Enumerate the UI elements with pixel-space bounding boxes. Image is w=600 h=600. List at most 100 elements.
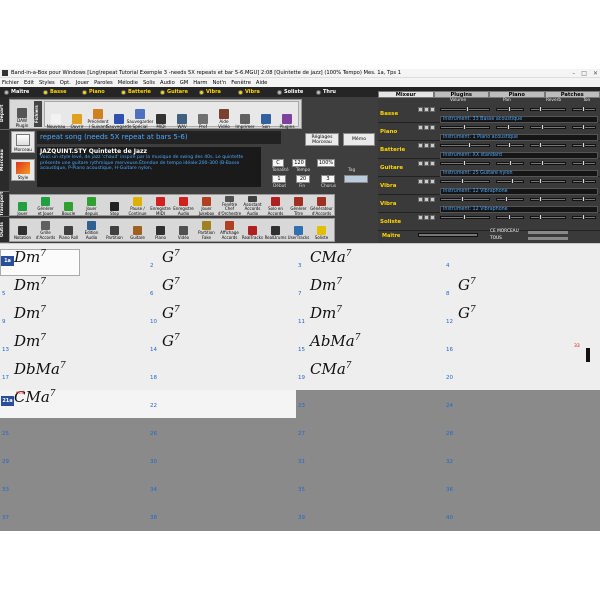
- chord-cell[interactable]: 2 G7: [148, 248, 296, 272]
- reverb-knob[interactable]: [538, 178, 542, 184]
- menu-item-3[interactable]: Opt.: [60, 80, 71, 86]
- pan-slider[interactable]: [496, 126, 524, 129]
- tag-field[interactable]: [344, 175, 368, 183]
- track-control-icon[interactable]: [424, 215, 429, 220]
- menu-item-13[interactable]: Aide: [256, 80, 267, 86]
- reverb-knob[interactable]: [538, 106, 542, 112]
- pan-knob[interactable]: [506, 124, 510, 130]
- midi-button[interactable]: MIDI: [151, 102, 171, 129]
- track-control-icon[interactable]: [418, 197, 423, 202]
- tone-knob[interactable]: [582, 160, 585, 166]
- volume-knob[interactable]: [460, 178, 464, 184]
- menu-item-1[interactable]: Edit: [24, 80, 34, 86]
- track-selector-0[interactable]: Maître: [4, 89, 43, 95]
- chord-cell[interactable]: 38: [148, 500, 296, 524]
- chord-cell[interactable]: 20: [444, 360, 592, 384]
- piano-button[interactable]: Piano: [150, 220, 171, 240]
- menu-item-9[interactable]: GM: [180, 80, 189, 86]
- chord-cell[interactable]: 6 G7: [148, 276, 296, 300]
- pan-knob[interactable]: [509, 160, 513, 166]
- print-button[interactable]: Imprimer: [235, 102, 255, 129]
- chord-cell[interactable]: 10 G7: [148, 304, 296, 328]
- volume-slider[interactable]: [440, 180, 490, 183]
- menu-item-5[interactable]: Paroles: [94, 80, 113, 86]
- volume-knob[interactable]: [463, 160, 466, 166]
- chord-cell[interactable]: 8 G7: [444, 276, 592, 300]
- chord-cell[interactable]: 22: [148, 388, 296, 412]
- key-field[interactable]: C: [272, 159, 284, 167]
- jukebox-button[interactable]: Jouer Jukebox: [196, 196, 217, 216]
- chord-cell[interactable]: 15 AbMa7: [296, 332, 444, 356]
- chord-cell[interactable]: 11 Dm7: [296, 304, 444, 328]
- audio-edit-button[interactable]: Edition Audio: [81, 220, 102, 240]
- close-button[interactable]: ✕: [593, 70, 598, 77]
- soloist-button[interactable]: Soliste: [311, 220, 332, 240]
- chord-cell[interactable]: 5 Dm7: [0, 276, 148, 300]
- menu-item-7[interactable]: Solis: [143, 80, 155, 86]
- realdrums-button[interactable]: RealDrums: [265, 220, 286, 240]
- track-control-icon[interactable]: [418, 179, 423, 184]
- mute-solo-controls[interactable]: [418, 215, 435, 220]
- pan-knob[interactable]: [508, 106, 511, 112]
- chord-cell[interactable]: 34: [148, 472, 296, 496]
- mixer-tab-piano[interactable]: Piano: [489, 91, 545, 98]
- reverb-slider[interactable]: [530, 198, 566, 201]
- chord-cell[interactable]: 24: [444, 388, 592, 412]
- pause-button[interactable]: Pause / Continue: [127, 196, 148, 216]
- instrument-field[interactable]: Instrument: 12 Vibraphone: [440, 206, 598, 213]
- chord-cell[interactable]: 31: [296, 444, 444, 468]
- reverb-knob[interactable]: [540, 124, 544, 130]
- pan-knob[interactable]: [505, 196, 509, 202]
- guitar-button[interactable]: Guitare: [127, 220, 148, 240]
- menu-item-10[interactable]: Harm: [193, 80, 207, 86]
- reverb-slider[interactable]: [530, 216, 566, 219]
- instrument-field[interactable]: Instrument: XX standard: [440, 152, 598, 159]
- reverb-knob[interactable]: [538, 142, 542, 148]
- chord-generator-button[interactable]: Générateur d'Accords: [310, 196, 333, 216]
- mute-solo-controls[interactable]: [418, 143, 435, 148]
- chord-cell[interactable]: 17 DbMa7: [0, 360, 148, 384]
- volume-slider[interactable]: [440, 198, 490, 201]
- volume-knob[interactable]: [465, 106, 469, 112]
- chord-cell[interactable]: 13 Dm7: [0, 332, 148, 356]
- instrument-field[interactable]: Instrument: 1 Piano acoustique: [440, 134, 598, 141]
- video-button[interactable]: Vidéo: [173, 220, 194, 240]
- all-slider[interactable]: [528, 237, 568, 240]
- track-control-icon[interactable]: [424, 197, 429, 202]
- score-button[interactable]: Partition: [104, 220, 125, 240]
- track-selector-3[interactable]: Batterie: [121, 89, 160, 95]
- track-control-icon[interactable]: [424, 179, 429, 184]
- record-audio-button[interactable]: Enregistre Audio: [173, 196, 194, 216]
- tempo-field[interactable]: 120: [292, 159, 306, 167]
- reverb-slider[interactable]: [530, 108, 566, 111]
- piano-roll-button[interactable]: Piano Roll: [58, 220, 79, 240]
- track-control-icon[interactable]: [430, 143, 435, 148]
- mute-solo-controls[interactable]: [418, 107, 435, 112]
- generate-play-button[interactable]: Générer et Jouer: [35, 196, 56, 216]
- mute-solo-controls[interactable]: [418, 197, 435, 202]
- stop-button[interactable]: Stop: [104, 196, 125, 216]
- track-selector-5[interactable]: Vibra: [199, 89, 238, 95]
- reverb-knob[interactable]: [538, 196, 542, 202]
- chord-cell[interactable]: 19 CMa7: [296, 360, 444, 384]
- play-from-button[interactable]: Jouer depuis: [81, 196, 102, 216]
- reverb-slider[interactable]: [530, 126, 566, 129]
- wav-button[interactable]: WAV: [172, 102, 192, 129]
- menu-item-0[interactable]: Fichier: [2, 80, 19, 86]
- track-control-icon[interactable]: [424, 161, 429, 166]
- end-field[interactable]: 20: [296, 175, 310, 183]
- song-settings-button[interactable]: Réglages Morceau: [305, 133, 339, 146]
- chord-cell[interactable]: 18: [148, 360, 296, 384]
- menu-item-12[interactable]: Fenêtre: [231, 80, 251, 86]
- track-control-icon[interactable]: [430, 125, 435, 130]
- style-description[interactable]: JAZQUINT.STY Quintette de Jazz Voici un …: [37, 147, 261, 187]
- track-control-icon[interactable]: [430, 107, 435, 112]
- track-control-icon[interactable]: [430, 215, 435, 220]
- instrument-field[interactable]: Instrument: 25 Guitare nylon: [440, 170, 598, 177]
- master-volume-slider[interactable]: [418, 233, 478, 237]
- realtracks-button[interactable]: RealTracks: [242, 220, 263, 240]
- chord-cell[interactable]: 39: [296, 500, 444, 524]
- daw-plugin-button[interactable]: DAW Plugin: [12, 101, 32, 128]
- track-control-icon[interactable]: [418, 125, 423, 130]
- reverb-slider[interactable]: [530, 162, 566, 165]
